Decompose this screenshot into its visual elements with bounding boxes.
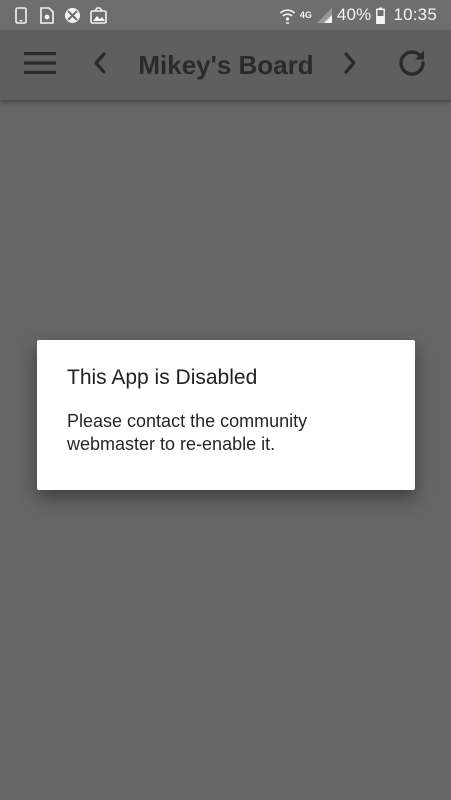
battery-percent: 40%: [336, 5, 372, 24]
wifi-calling-icon: [279, 6, 296, 24]
dialog-title: This App is Disabled: [67, 366, 258, 389]
battery-icon: [375, 6, 385, 24]
chevron-left-icon: [93, 51, 107, 79]
phone-icon: [12, 6, 29, 24]
no-sync-icon: [64, 6, 81, 24]
menu-button[interactable]: [20, 47, 60, 83]
refresh-icon: [397, 48, 427, 83]
app-toolbar: Mikey's Board: [0, 30, 451, 100]
photo-icon: [90, 6, 107, 24]
next-board-button[interactable]: [334, 47, 366, 83]
chevron-right-icon: [343, 51, 357, 79]
signal-strength-icon: [316, 6, 333, 24]
status-bar: 4G 40% 10:35: [0, 0, 451, 30]
notification-icons: [12, 6, 107, 24]
network-type-label: 4G: [299, 9, 312, 20]
clock: 10:35: [393, 5, 437, 24]
board-title: Mikey's Board: [138, 49, 314, 80]
dialog-message: Please contact the community webmaster t…: [67, 411, 308, 454]
hamburger-menu-icon: [24, 51, 56, 80]
previous-board-button[interactable]: [84, 47, 116, 83]
sim-icon: [38, 6, 55, 24]
system-indicators: 4G 40% 10:35: [279, 5, 437, 25]
refresh-button[interactable]: [392, 45, 432, 85]
app-disabled-dialog: This App is Disabled Please contact the …: [37, 340, 415, 490]
